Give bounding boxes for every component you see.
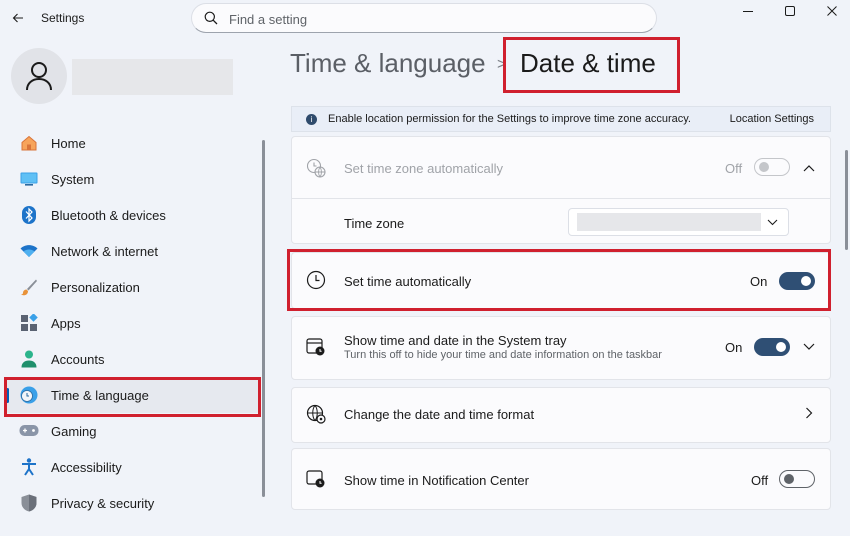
sidebar-nav: Home System Bluetooth & devices Network … — [5, 125, 261, 521]
avatar[interactable] — [11, 48, 67, 104]
content-scrollbar[interactable] — [845, 150, 848, 250]
highlight-box-setting — [287, 249, 831, 311]
sidebar-item-label: Apps — [51, 315, 81, 331]
notification-state: Off — [751, 473, 769, 488]
highlight-box-title — [503, 37, 680, 93]
sidebar-item-label: Privacy & security — [51, 495, 155, 511]
systray-state: On — [725, 340, 743, 355]
back-arrow-icon[interactable] — [8, 8, 28, 28]
system-icon — [19, 169, 39, 189]
minimize-icon[interactable] — [736, 2, 760, 20]
sidebar-item-gaming[interactable]: Gaming — [5, 413, 261, 449]
sidebar-scrollbar[interactable] — [262, 140, 265, 497]
sidebar-item-label: Accounts — [51, 351, 105, 367]
location-info-bar: i Enable location permission for the Set… — [291, 106, 831, 132]
timezone-auto-toggle[interactable] — [754, 158, 790, 176]
shield-icon — [19, 493, 39, 513]
globe-gear-icon — [305, 403, 327, 425]
sidebar-item-system[interactable]: System — [5, 161, 261, 197]
search-placeholder: Find a setting — [229, 12, 308, 27]
chevron-up-icon[interactable] — [802, 161, 816, 175]
sidebar-item-accounts[interactable]: Accounts — [5, 341, 261, 377]
sidebar-item-accessibility[interactable]: Accessibility — [5, 449, 261, 485]
user-icon — [26, 62, 52, 91]
close-icon[interactable] — [820, 2, 844, 20]
location-settings-link[interactable]: Location Settings — [730, 113, 814, 125]
account-name-placeholder — [72, 59, 233, 95]
wifi-icon — [19, 241, 39, 261]
notification-toggle[interactable] — [779, 470, 815, 488]
bluetooth-icon — [19, 205, 39, 225]
accessibility-icon — [19, 457, 39, 477]
timezone-dropdown[interactable] — [568, 208, 789, 236]
chevron-right-icon[interactable] — [802, 406, 816, 420]
sidebar-item-apps[interactable]: Apps — [5, 305, 261, 341]
calendar-clock-icon — [305, 336, 327, 358]
systray-label: Show time and date in the System tray — [344, 333, 567, 348]
systray-toggle[interactable] — [754, 338, 790, 356]
sidebar-item-label: Bluetooth & devices — [51, 207, 166, 223]
timezone-auto-state: Off — [725, 161, 743, 176]
gaming-icon — [19, 421, 39, 441]
apps-icon — [19, 313, 39, 333]
sidebar-item-label: Accessibility — [51, 459, 122, 475]
maximize-icon[interactable] — [778, 2, 802, 20]
chevron-down-icon — [765, 215, 779, 229]
sidebar-item-home[interactable]: Home — [5, 125, 261, 161]
sidebar-item-network[interactable]: Network & internet — [5, 233, 261, 269]
sidebar-item-label: Gaming — [51, 423, 97, 439]
notification-clock-icon — [305, 468, 327, 490]
systray-description: Turn this off to hide your time and date… — [344, 349, 662, 361]
sidebar-item-bluetooth[interactable]: Bluetooth & devices — [5, 197, 261, 233]
sidebar-item-label: Home — [51, 135, 86, 151]
accounts-icon — [19, 349, 39, 369]
info-icon: i — [306, 113, 317, 125]
brush-icon — [19, 277, 39, 297]
timezone-label: Time zone — [344, 216, 405, 231]
search-input[interactable]: Find a setting — [191, 3, 657, 33]
sidebar-item-label: Network & internet — [51, 243, 158, 259]
chevron-down-icon[interactable] — [802, 340, 816, 354]
sidebar-item-privacy[interactable]: Privacy & security — [5, 485, 261, 521]
timezone-auto-label: Set time zone automatically — [344, 161, 503, 176]
timezone-value-placeholder — [577, 213, 761, 231]
globe-clock-icon — [305, 157, 327, 179]
home-icon — [19, 133, 39, 153]
sidebar-item-label: Personalization — [51, 279, 140, 295]
title-bar: Settings Find a setting — [0, 0, 850, 36]
sidebar-item-personalization[interactable]: Personalization — [5, 269, 261, 305]
systray-card — [291, 316, 831, 380]
search-icon — [204, 11, 218, 30]
notification-label: Show time in Notification Center — [344, 473, 529, 488]
breadcrumb-parent[interactable]: Time & language — [290, 48, 486, 79]
sidebar-item-label: System — [51, 171, 95, 187]
app-title: Settings — [41, 11, 85, 25]
info-text: Enable location permission for the Setti… — [328, 113, 691, 125]
highlight-box-nav — [4, 377, 261, 417]
format-label: Change the date and time format — [344, 407, 535, 422]
divider — [292, 198, 830, 199]
